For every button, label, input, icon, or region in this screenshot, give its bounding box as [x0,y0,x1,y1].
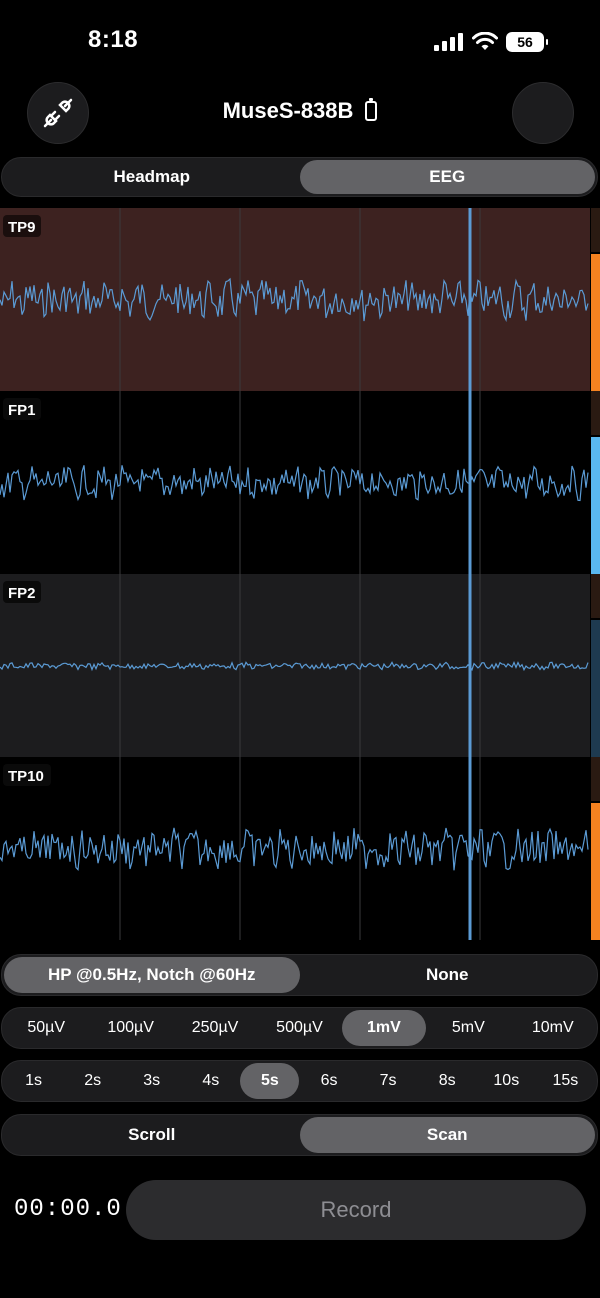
scale-option[interactable]: 250µV [173,1010,257,1046]
filter-selector: HP @0.5Hz, Notch @60Hz None [1,954,598,996]
channel-label-text: TP10 [8,768,44,785]
scale-selector: 50µV 100µV 250µV 500µV 1mV 5mV 10mV [1,1007,598,1049]
timespan-selector: 1s 2s 3s 4s 5s 6s 7s 8s 10s 15s [1,1060,598,1102]
timespan-option[interactable]: 2s [63,1063,122,1099]
mode-option[interactable]: Scroll [4,1117,300,1153]
timespan-option[interactable]: 4s [181,1063,240,1099]
channel-lane-fp2 [0,574,590,757]
channel-label: TP10 [3,764,51,786]
channel-indicator-track [591,757,600,801]
channel-indicator [591,437,600,574]
view-tab-option[interactable]: Headmap [4,160,300,194]
scale-option[interactable]: 500µV [257,1010,341,1046]
scale-option[interactable]: 100µV [88,1010,172,1046]
view-tabs: Headmap EEG [1,157,598,197]
view-tab-option[interactable]: EEG [299,160,595,194]
device-header: MuseS-838B [0,98,600,124]
filter-option[interactable]: None [300,957,596,993]
record-button[interactable]: Record [126,1180,586,1240]
scale-option[interactable]: 10mV [511,1010,595,1046]
channel-indicator [591,803,600,940]
recording-timer: 00:00.0 [14,1196,122,1223]
channel-label: TP9 [3,215,41,237]
mode-option[interactable]: Scan [299,1117,595,1153]
timespan-option[interactable]: 3s [122,1063,181,1099]
timespan-option[interactable]: 5s [240,1063,300,1099]
status-icons: 56 [434,30,548,54]
battery-icon: 56 [506,32,548,52]
eeg-plot: TP9 FP1 FP2 TP10 [0,208,600,940]
channel-label-text: TP9 [8,219,36,236]
timespan-option[interactable]: 10s [477,1063,536,1099]
channel-indicator [591,620,600,757]
channel-indicator-track [591,208,600,252]
timespan-option[interactable]: 8s [418,1063,477,1099]
channel-label: FP1 [3,398,41,420]
battery-icon [365,98,378,121]
scale-option[interactable]: 5mV [426,1010,510,1046]
filter-option[interactable]: HP @0.5Hz, Notch @60Hz [4,957,300,993]
timespan-option[interactable]: 6s [299,1063,358,1099]
scale-option[interactable]: 1mV [341,1010,427,1046]
channel-indicator-track [591,574,600,618]
timespan-option[interactable]: 7s [359,1063,418,1099]
timespan-option[interactable]: 15s [536,1063,595,1099]
menu-button[interactable] [512,82,574,144]
wifi-icon [472,32,498,50]
timespan-option[interactable]: 1s [4,1063,63,1099]
status-time: 8:18 [88,26,139,53]
mode-selector: Scroll Scan [1,1114,598,1156]
channel-label: FP2 [3,581,41,603]
device-name: MuseS-838B [222,98,354,123]
scale-option[interactable]: 50µV [4,1010,88,1046]
channel-indicator-track [591,391,600,435]
channel-label-text: FP1 [8,402,36,419]
cellular-signal-icon [434,33,463,51]
channel-indicator [591,254,600,391]
channel-label-text: FP2 [8,585,36,602]
